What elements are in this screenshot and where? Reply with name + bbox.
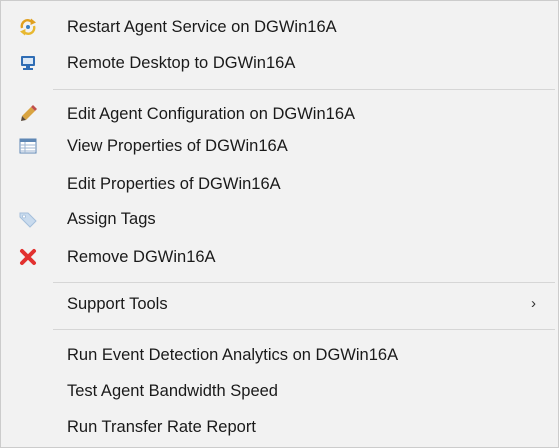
pencil-icon — [18, 104, 38, 124]
menu-item-label: Run Transfer Rate Report — [67, 417, 256, 436]
menu-item-remote-desktop[interactable]: Remote Desktop to DGWin16A — [1, 45, 558, 81]
menu-item-label: Run Event Detection Analytics on DGWin16… — [67, 345, 399, 364]
menu-item-label: View Properties of DGWin16A — [67, 136, 288, 155]
menu-item-support-tools[interactable]: Support Tools › — [1, 286, 558, 322]
menu-item-view-properties[interactable]: View Properties of DGWin16A — [1, 128, 558, 164]
menu-item-label: Assign Tags — [67, 209, 156, 228]
menu-item-label: Remote Desktop to DGWin16A — [67, 53, 296, 72]
menu-item-label: Remove DGWin16A — [67, 247, 216, 266]
menu-item-assign-tags[interactable]: Assign Tags — [1, 201, 558, 237]
menu-separator — [53, 282, 555, 283]
properties-table-icon — [18, 136, 38, 156]
menu-item-restart-agent-service[interactable]: Restart Agent Service on DGWin16A — [1, 9, 558, 45]
menu-item-test-bandwidth[interactable]: Test Agent Bandwidth Speed — [1, 373, 558, 409]
menu-separator — [53, 329, 555, 330]
menu-item-label: Support Tools — [67, 294, 168, 313]
menu-item-label: Edit Properties of DGWin16A — [67, 174, 281, 193]
menu-item-label: Edit Agent Configuration on DGWin16A — [67, 104, 356, 123]
chevron-right-icon: › — [531, 295, 536, 312]
menu-item-label: Restart Agent Service on DGWin16A — [67, 17, 337, 36]
remote-desktop-icon — [18, 53, 38, 73]
menu-item-edit-properties[interactable]: Edit Properties of DGWin16A — [1, 166, 558, 202]
tag-icon — [18, 209, 38, 229]
menu-separator — [53, 89, 555, 90]
menu-item-label: Test Agent Bandwidth Speed — [67, 381, 278, 400]
menu-item-edit-agent-configuration[interactable]: Edit Agent Configuration on DGWin16A — [1, 96, 558, 132]
menu-item-run-transfer-rate-report[interactable]: Run Transfer Rate Report — [1, 409, 558, 445]
restart-service-icon — [18, 17, 38, 37]
menu-item-remove[interactable]: Remove DGWin16A — [1, 239, 558, 275]
menu-item-run-event-detection[interactable]: Run Event Detection Analytics on DGWin16… — [1, 337, 558, 373]
context-menu: Restart Agent Service on DGWin16A Remote… — [0, 0, 559, 448]
remove-x-icon — [18, 247, 38, 267]
